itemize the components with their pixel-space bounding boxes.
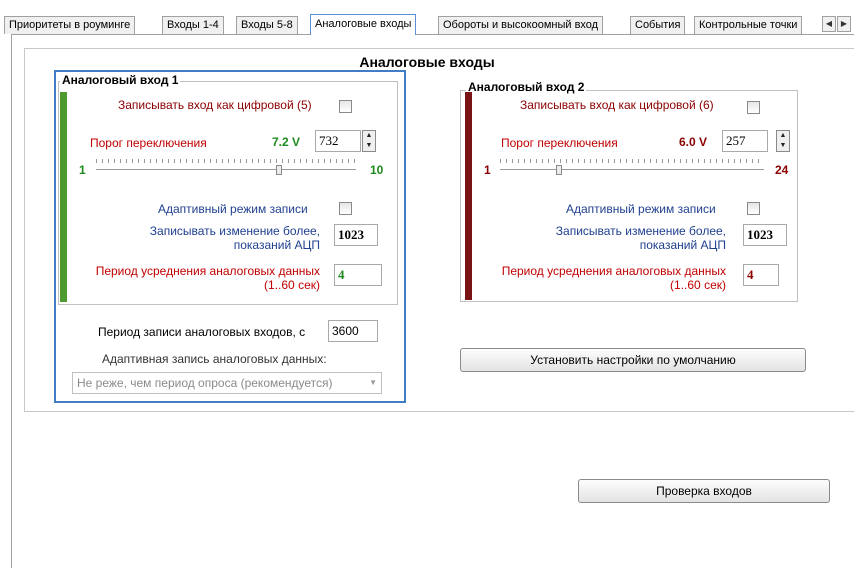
adaptive-mode-1-label: Адаптивный режим записи <box>158 202 308 216</box>
slider-2-thumb[interactable] <box>556 165 562 175</box>
spin-up-icon[interactable]: ▲ <box>777 131 789 141</box>
spin-down-icon[interactable]: ▼ <box>363 141 375 151</box>
tab-events[interactable]: События <box>630 16 686 34</box>
record-period-label: Период записи аналоговых входов, с <box>98 325 306 339</box>
record-as-digital-2-checkbox[interactable] <box>747 101 760 114</box>
slider-1-min: 1 <box>79 163 86 177</box>
tab-analog-inputs[interactable]: Аналоговые входы <box>310 14 417 35</box>
record-change-2-label-line1: Записывать изменение более, <box>555 224 726 238</box>
threshold-1-input[interactable]: 732 <box>315 130 361 152</box>
adaptive-mode-2-label: Адаптивный режим записи <box>566 202 716 216</box>
record-change-2-label-line2: показаний АЦП <box>639 238 726 252</box>
record-change-2-input[interactable]: 1023 <box>743 224 787 246</box>
analog-input-1-title: Аналоговый вход 1 <box>60 73 181 87</box>
avg-period-1-label-line2: (1..60 сек) <box>264 278 320 292</box>
spin-up-icon[interactable]: ▲ <box>363 131 375 141</box>
tab-strip: Приоритеты в роуминге Входы 1-4 Входы 5-… <box>4 14 854 35</box>
analog-input-2-title: Аналоговый вход 2 <box>466 80 587 94</box>
slider-2-min: 1 <box>484 163 491 177</box>
tab-roaming-priorities[interactable]: Приоритеты в роуминге <box>4 16 136 34</box>
tab-scroll-left-icon[interactable]: ◀ <box>822 16 836 32</box>
tab-inputs-5-8[interactable]: Входы 5-8 <box>236 16 298 34</box>
threshold-2-spinner[interactable]: ▲ ▼ <box>776 130 790 152</box>
adaptive-record-selected: Не реже, чем период опроса (рекомендуетс… <box>77 376 333 390</box>
avg-period-1-input[interactable]: 4 <box>334 264 382 286</box>
tab-rpm-high-impedance[interactable]: Обороты и высокоомный вход <box>438 16 604 34</box>
adaptive-record-label: Адаптивная запись аналоговых данных: <box>102 352 327 366</box>
avg-period-2-input[interactable]: 4 <box>743 264 779 286</box>
analog-input-2-color-strip <box>465 92 472 300</box>
avg-period-2-label-line2: (1..60 сек) <box>670 278 726 292</box>
threshold-2-voltage: 6.0 V <box>679 135 708 149</box>
analog-input-1-color-strip <box>60 92 67 302</box>
record-as-digital-1-checkbox[interactable] <box>339 100 352 113</box>
threshold-2-input[interactable]: 257 <box>722 130 768 152</box>
adaptive-mode-1-checkbox[interactable] <box>339 202 352 215</box>
avg-period-2-label-line1: Период усреднения аналоговых данных <box>501 264 726 278</box>
slider-1-track[interactable] <box>96 169 356 171</box>
slider-1-ticks <box>96 159 356 163</box>
threshold-1-spinner[interactable]: ▲ ▼ <box>362 130 376 152</box>
record-period-input[interactable]: 3600 <box>328 320 378 342</box>
record-as-digital-1-label: Записывать вход как цифровой (5) <box>118 98 312 112</box>
record-change-1-label-line1: Записывать изменение более, <box>149 224 320 238</box>
slider-1-max: 10 <box>370 163 384 177</box>
page-title: Аналоговые входы <box>359 54 495 70</box>
adaptive-mode-2-checkbox[interactable] <box>747 202 760 215</box>
slider-2-ticks <box>500 159 764 163</box>
record-as-digital-2-label: Записывать вход как цифровой (6) <box>520 98 714 112</box>
record-change-1-input[interactable]: 1023 <box>334 224 378 246</box>
set-defaults-button[interactable]: Установить настройки по умолчанию <box>460 348 806 372</box>
tab-scroll-right-icon[interactable]: ▶ <box>837 16 851 32</box>
spin-down-icon[interactable]: ▼ <box>777 141 789 151</box>
slider-2-track[interactable] <box>500 169 764 171</box>
check-inputs-button[interactable]: Проверка входов <box>578 479 830 503</box>
slider-2-max: 24 <box>775 163 789 177</box>
tab-inputs-1-4[interactable]: Входы 1-4 <box>162 16 224 34</box>
threshold-1-voltage: 7.2 V <box>272 135 301 149</box>
threshold-1-label: Порог переключения <box>90 136 207 150</box>
chevron-down-icon[interactable]: ▼ <box>369 373 377 393</box>
adaptive-record-dropdown[interactable]: Не реже, чем период опроса (рекомендуетс… <box>72 372 382 394</box>
threshold-2-label: Порог переключения <box>501 136 618 150</box>
record-change-1-label-line2: показаний АЦП <box>233 238 320 252</box>
slider-1-thumb[interactable] <box>276 165 282 175</box>
avg-period-1-label-line1: Период усреднения аналоговых данных <box>95 264 320 278</box>
tab-checkpoints[interactable]: Контрольные точки <box>694 16 803 34</box>
